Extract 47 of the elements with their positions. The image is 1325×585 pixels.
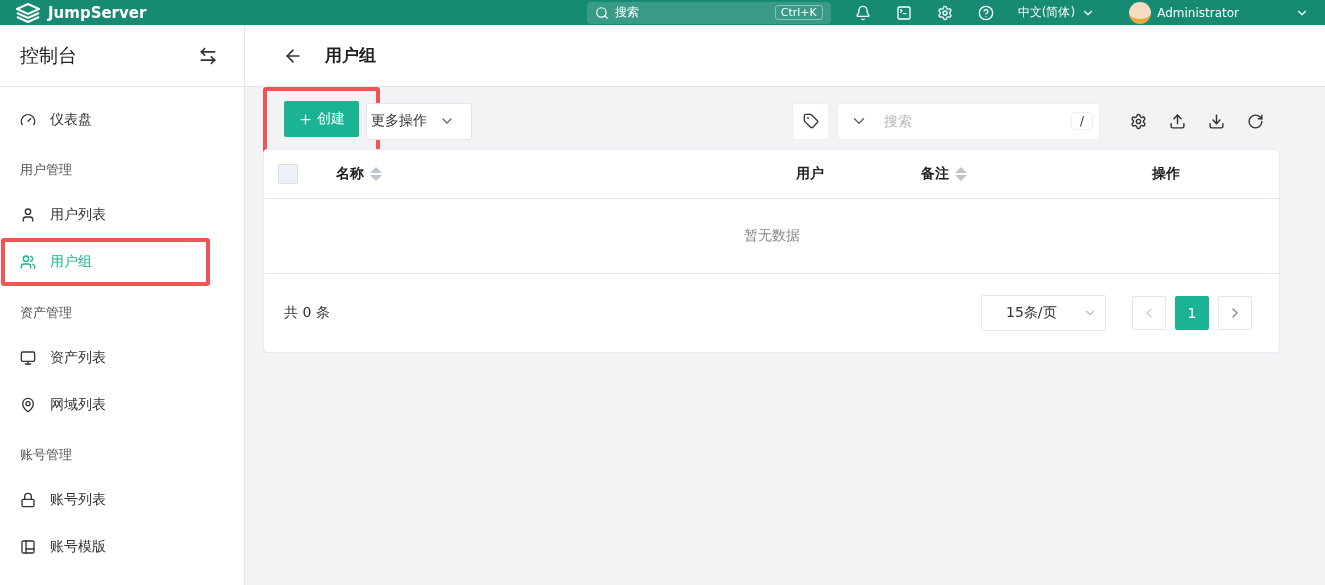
download-icon[interactable] (1208, 112, 1225, 130)
sidebar-item-icon (20, 491, 36, 508)
column-header: 操作 (1152, 165, 1180, 183)
shortcut-hint: Ctrl+K (774, 5, 823, 20)
sidebar-group-label: 资产管理 (19, 304, 73, 322)
plus-icon (298, 111, 313, 127)
sidebar-item-icon (20, 254, 36, 270)
sidebar-group-label: 用户管理 (19, 161, 73, 179)
sidebar-item[interactable]: 用户列表 (0, 191, 244, 238)
help-icon[interactable] (977, 4, 994, 21)
logo-text: JumpServer (48, 3, 147, 22)
sidebar-title: 控制台 (20, 42, 77, 68)
sidebar-item-icon (20, 206, 36, 223)
sidebar-item[interactable]: 账号模版 (0, 523, 244, 570)
sidebar-item-icon (20, 349, 36, 366)
tag-filter-button[interactable] (792, 102, 829, 140)
swap-icon[interactable] (198, 45, 218, 66)
settings-icon[interactable] (1130, 112, 1147, 130)
sidebar-item-icon (20, 538, 36, 555)
avatar[interactable] (1129, 1, 1152, 24)
page-size-select[interactable]: 15条/页 (981, 295, 1106, 331)
empty-message: 暂无数据 (743, 227, 800, 245)
search-field[interactable]: 搜索 / (837, 102, 1100, 140)
sidebar-item[interactable]: 资产列表 (0, 334, 244, 381)
column-header: 用户 (796, 165, 824, 183)
sidebar-item-icon (20, 396, 36, 413)
refresh-icon[interactable] (1247, 112, 1264, 130)
more-actions-button[interactable]: 更多操作 (366, 102, 472, 140)
select-all-checkbox[interactable] (278, 164, 298, 184)
shortcut-hint: / (1070, 112, 1093, 130)
logo-icon (16, 2, 40, 23)
sidebar-item-icon (20, 111, 36, 128)
terminal-icon[interactable] (895, 4, 912, 21)
column-header[interactable]: 备注 (921, 165, 949, 183)
upload-icon[interactable] (1169, 112, 1186, 130)
language-selector[interactable]: 中文(简体) (1017, 4, 1076, 21)
bell-icon[interactable] (854, 4, 871, 21)
column-header[interactable]: 名称 (336, 165, 364, 183)
user-name[interactable]: Administrator (1157, 5, 1239, 20)
tag-icon (802, 113, 819, 129)
sidebar-item[interactable]: 网域列表 (0, 381, 244, 428)
page-title: 用户组 (325, 44, 376, 67)
sidebar-item[interactable]: 仪表盘 (0, 96, 244, 143)
search-icon (594, 5, 609, 20)
total-count: 共 0 条 (284, 304, 330, 322)
sidebar-item[interactable]: 账号列表 (0, 476, 244, 523)
sidebar-group-label: 账号管理 (19, 446, 73, 464)
